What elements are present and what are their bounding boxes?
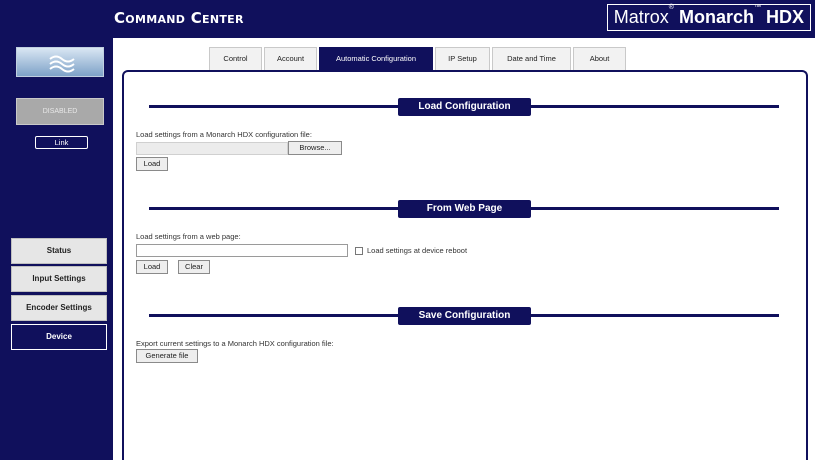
top-bar: Command Center Matrox® Monarch™ HDX bbox=[0, 0, 815, 38]
trademark-mark: ™ bbox=[753, 4, 761, 11]
sidebar-item-device[interactable]: Device bbox=[11, 324, 107, 350]
browse-button[interactable]: Browse... bbox=[288, 141, 342, 155]
export-description: Export current settings to a Monarch HDX… bbox=[136, 339, 334, 348]
web-page-url-input[interactable] bbox=[136, 244, 348, 257]
tab-automatic-configuration[interactable]: Automatic Configuration bbox=[319, 47, 433, 71]
tab-control[interactable]: Control bbox=[209, 47, 262, 71]
load-web-button[interactable]: Load bbox=[136, 260, 168, 274]
load-configuration-heading: Load Configuration bbox=[398, 98, 531, 116]
product-logo: Matrox® Monarch™ HDX bbox=[606, 4, 811, 31]
load-file-button[interactable]: Load bbox=[136, 157, 168, 171]
tab-ip-setup[interactable]: IP Setup bbox=[435, 47, 490, 71]
clear-button[interactable]: Clear bbox=[178, 260, 210, 274]
registered-mark: ® bbox=[668, 4, 674, 11]
load-at-reboot-checkbox[interactable] bbox=[355, 247, 363, 255]
load-file-description: Load settings from a Monarch HDX configu… bbox=[136, 130, 312, 139]
product-logo-maker: Matrox bbox=[613, 7, 669, 27]
tab-account[interactable]: Account bbox=[264, 47, 317, 71]
sidebar-item-status[interactable]: Status bbox=[11, 238, 107, 264]
streaming-status-button[interactable]: DISABLED bbox=[16, 98, 104, 125]
load-at-reboot-label: Load settings at device reboot bbox=[367, 246, 468, 255]
web-page-description: Load settings from a web page: bbox=[136, 232, 241, 241]
link-button[interactable]: Link bbox=[35, 136, 88, 149]
product-logo-model: HDX bbox=[765, 7, 804, 27]
tab-about[interactable]: About bbox=[573, 47, 626, 71]
content-panel bbox=[122, 70, 808, 460]
sidebar-item-encoder-settings[interactable]: Encoder Settings bbox=[11, 295, 107, 321]
app-title: Command Center bbox=[114, 9, 244, 27]
sidebar-item-input-settings[interactable]: Input Settings bbox=[11, 266, 107, 292]
tab-bar: Control Account Automatic Configuration … bbox=[209, 47, 628, 71]
app-title-text: Command Center bbox=[114, 9, 244, 27]
tab-date-and-time[interactable]: Date and Time bbox=[492, 47, 571, 71]
product-logo-name: Monarch bbox=[678, 7, 754, 27]
home-logo-button[interactable] bbox=[16, 47, 104, 77]
waves-logo-icon bbox=[49, 55, 75, 73]
from-web-page-heading: From Web Page bbox=[398, 200, 531, 218]
generate-file-button[interactable]: Generate file bbox=[136, 349, 198, 363]
config-file-field[interactable] bbox=[136, 142, 288, 155]
save-configuration-heading: Save Configuration bbox=[398, 307, 531, 325]
